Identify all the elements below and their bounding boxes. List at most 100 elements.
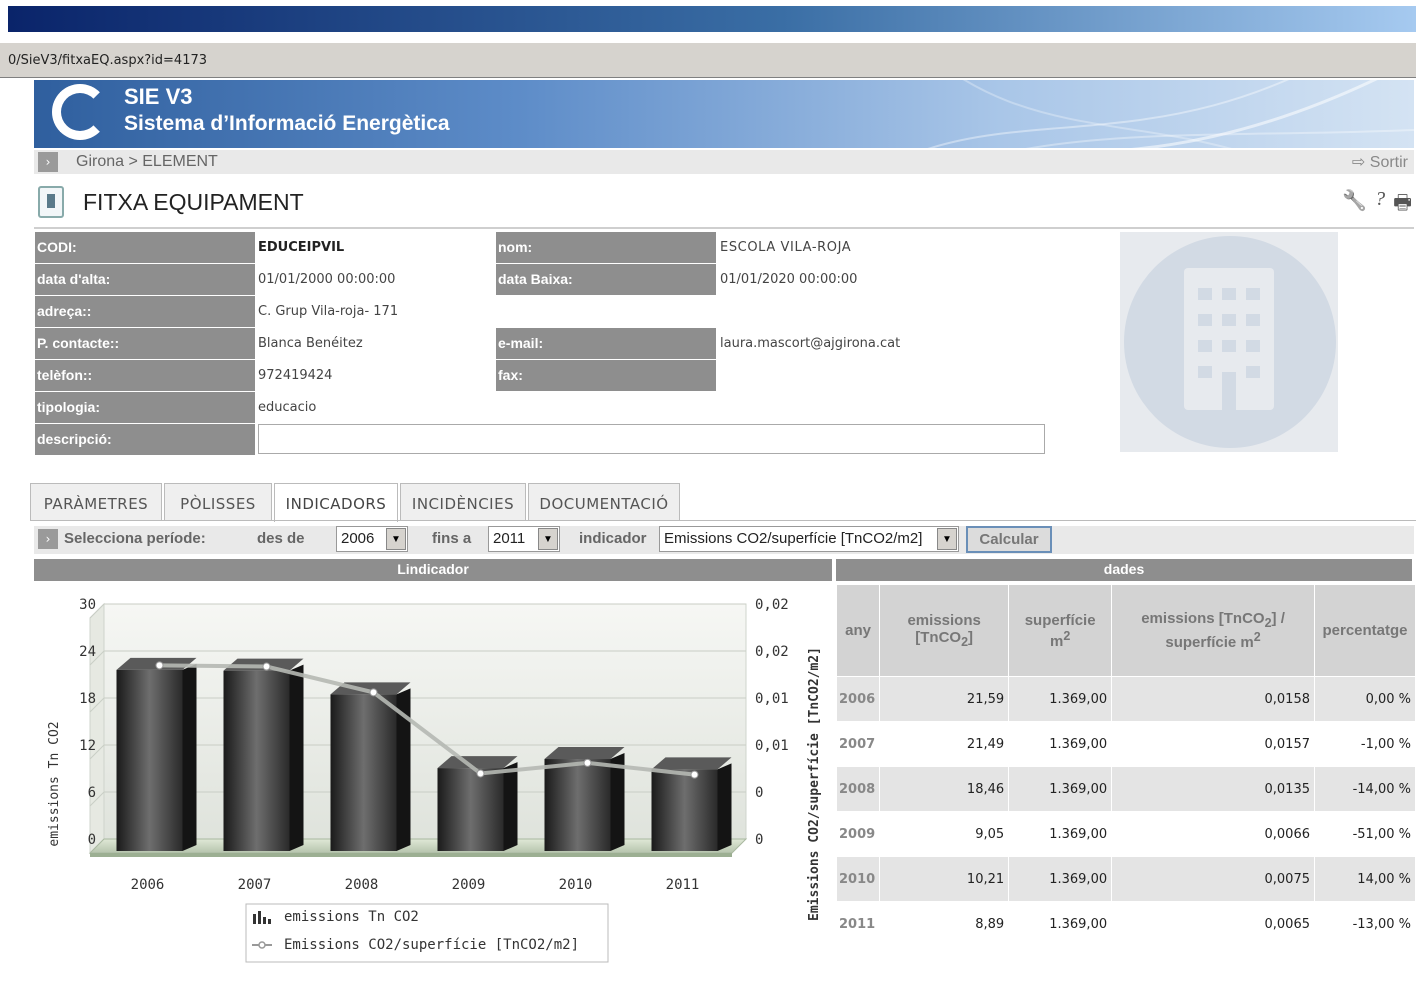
breadcrumb[interactable]: Girona > ELEMENT [76, 153, 218, 171]
y2-tick-label: 0,02 [755, 644, 789, 660]
tab-polisses[interactable]: PÒLISSES [164, 483, 272, 521]
line-point [155, 661, 164, 670]
bar [651, 769, 718, 851]
bar-top [437, 756, 518, 769]
building-icon [1184, 268, 1274, 410]
dropdown-arrow-icon[interactable]: ▼ [538, 528, 558, 550]
fax-label: fax: [496, 360, 716, 391]
help-icon[interactable]: ? [1375, 188, 1385, 222]
bar [116, 669, 183, 851]
col-superficie: superfície m2 [1008, 584, 1113, 677]
print-icon[interactable]: 🖶 [1393, 188, 1412, 222]
indicator-select[interactable]: Emissions CO2/superfície [TnCO2/m2] ▼ [659, 526, 959, 552]
app-subtitle: Sistema d’Informació Energètica [124, 112, 450, 135]
to-year-select[interactable]: 2011 ▼ [488, 526, 560, 552]
app-logo-icon [52, 84, 108, 140]
chevron-right-icon: › [38, 152, 58, 172]
address-bar[interactable]: 0/SieV3/fitxaEQ.aspx?id=4173 [0, 42, 1416, 78]
descripcio-field[interactable] [258, 424, 1045, 454]
line-point [583, 758, 592, 767]
line-point [262, 662, 271, 671]
table-row: 2011 8,89 1.369,00 0,0065 -13,00 % [835, 901, 1416, 947]
to-year-value: 2011 [493, 530, 526, 547]
y-tick-label: 0 [88, 832, 96, 848]
y-tick-label: 30 [79, 597, 96, 613]
window-titlebar [8, 6, 1416, 32]
wrench-icon[interactable]: 🔧 [1342, 188, 1367, 222]
indicator-chart: 0 6 12 18 24 30 0 0 0,01 0,01 0,02 0,02 2006 2007 200… [34, 584, 832, 984]
codi-label: CODI: [35, 232, 255, 263]
x-tick-label: 2007 [238, 877, 272, 893]
logout-arrow-icon: ⇨ [1351, 154, 1366, 171]
y2-tick-label: 0,01 [755, 738, 789, 754]
chart-section-header: Lindicador [34, 559, 832, 581]
legend-line-label: Emissions CO2/superfície [TnCO2/m2] [284, 937, 579, 953]
y2-tick-label: 0,02 [755, 597, 789, 613]
bar [223, 670, 290, 851]
breadcrumb-bar: › Girona > ELEMENT ⇨ Sortir [34, 150, 1414, 174]
y-tick-label: 12 [79, 738, 96, 754]
adreca-value: C. Grup Vila-roja- 171 [258, 304, 399, 319]
banner-swirl-decoration [927, 80, 1414, 148]
codi-value: EDUCEIPVIL [258, 240, 345, 255]
nom-value: ESCOLA VILA-ROJA [720, 240, 852, 255]
col-ratio: emissions [TnCO2] / superfície m2 [1111, 584, 1315, 677]
indicator-value: Emissions CO2/superfície [TnCO2/m2] [664, 530, 923, 547]
bar-side [717, 763, 732, 851]
from-year-select[interactable]: 2006 ▼ [336, 526, 408, 552]
data-section-header: dades [836, 559, 1412, 581]
url-text[interactable]: 0/SieV3/fitxaEQ.aspx?id=4173 [8, 53, 207, 68]
bar-side [289, 664, 304, 851]
calculate-button[interactable]: Calcular [966, 526, 1052, 553]
table-row: 2008 18,46 1.369,00 0,0135 -14,00 % [835, 766, 1416, 812]
tab-documentacio[interactable]: DOCUMENTACIÓ [528, 483, 680, 521]
telefon-value: 972419424 [258, 368, 333, 383]
app-banner: SIE V3 Sistema d’Informació Energètica [34, 80, 1414, 148]
logout-link[interactable]: ⇨ Sortir [1352, 152, 1408, 172]
app-title: SIE V3 [124, 84, 193, 109]
x-tick-label: 2010 [559, 877, 593, 893]
from-label: des de [257, 530, 305, 547]
table-row: 2007 21,49 1.369,00 0,0157 -1,00 % [835, 721, 1416, 767]
x-tick-label: 2011 [666, 877, 700, 893]
table-row: 2006 21,59 1.369,00 0,0158 0,00 % [835, 676, 1416, 722]
chart-legend: emissions Tn CO2 Emissions CO2/superfíci… [245, 903, 609, 963]
dropdown-arrow-icon[interactable]: ▼ [937, 528, 957, 550]
to-label: fins a [432, 530, 472, 547]
bar [544, 759, 611, 851]
bar-side [182, 663, 197, 851]
col-any: any [835, 584, 881, 677]
title-divider [34, 227, 1414, 229]
line-point [690, 770, 699, 779]
bar [437, 768, 504, 851]
y-tick-label: 18 [79, 691, 96, 707]
data-table: any emissions [TnCO2] superfície m2 emis… [835, 584, 1416, 947]
table-row: 2009 9,05 1.369,00 0,0066 -51,00 % [835, 811, 1416, 857]
table-row: 2010 10,21 1.369,00 0,0075 14,00 % [835, 856, 1416, 902]
indicator-label: indicador [579, 530, 647, 547]
page-title: FITXA EQUIPAMENT [83, 189, 304, 215]
line-point [369, 688, 378, 697]
bar-top [651, 757, 732, 770]
bar [330, 694, 397, 851]
y-axis-title: emissions Tn CO2 [47, 721, 62, 846]
tab-incidencies[interactable]: INCIDÈNCIES [400, 483, 526, 521]
dropdown-arrow-icon[interactable]: ▼ [386, 528, 406, 550]
x-tick-label: 2009 [452, 877, 486, 893]
x-tick-label: 2008 [345, 877, 379, 893]
from-year-value: 2006 [341, 530, 375, 547]
legend-bar-label: emissions Tn CO2 [284, 909, 419, 925]
tab-parametres[interactable]: PARÀMETRES [30, 483, 162, 521]
logout-label: Sortir [1369, 154, 1408, 171]
chevron-right-icon: › [38, 529, 58, 549]
y2-tick-label: 0 [755, 785, 763, 801]
adreca-label: adreça:: [35, 296, 255, 327]
tab-indicadors[interactable]: INDICADORS [274, 483, 398, 522]
chart-back-wall [103, 603, 747, 840]
y2-axis-title: Emissions CO2/superfície [TnCO2/m2] [807, 647, 822, 921]
descripcio-label: descripció: [35, 424, 255, 455]
page-toolbar: 🔧 ? 🖶 [1342, 188, 1412, 222]
nom-label: nom: [496, 232, 716, 263]
email-value[interactable]: laura.mascort@ajgirona.cat [718, 328, 1048, 359]
bar-top [544, 747, 625, 760]
